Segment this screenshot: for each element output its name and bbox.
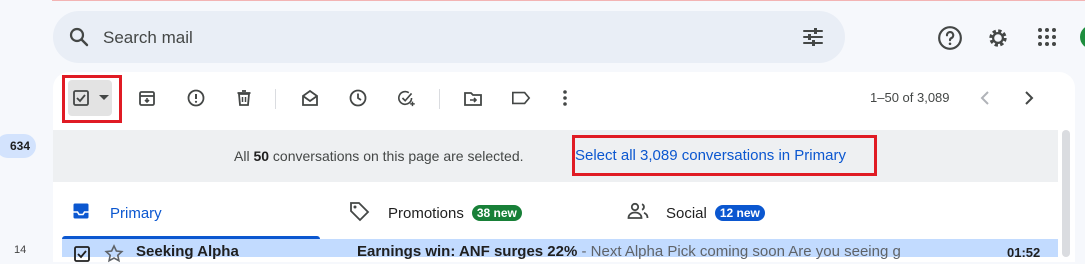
select-all-conversations-link[interactable]: Select all 3,089 conversations in Primar… [575,147,846,164]
tab-social[interactable]: Social 12 new [627,198,765,228]
toolbar-divider [439,89,440,109]
people-icon [627,202,649,225]
snooze-clock-icon[interactable] [348,88,368,108]
tab-label: Primary [110,204,162,222]
tab-promotions[interactable]: Promotions 38 new [348,198,522,228]
settings-gear-icon[interactable] [985,25,1011,56]
tab-primary[interactable]: Primary [72,198,162,228]
email-subject-line: Earnings win: ANF surges 22% - Next Alph… [357,243,927,260]
add-to-tasks-icon[interactable] [397,88,417,108]
apps-grid-icon[interactable] [1035,25,1059,54]
inbox-count-badge[interactable]: 634 [0,134,36,158]
report-spam-icon[interactable] [186,88,206,108]
chevron-left-icon[interactable] [975,88,995,108]
tab-label: Social [666,204,707,222]
scrollbar[interactable] [1062,130,1070,257]
top-border [0,0,1085,1]
sidebar [0,0,52,257]
row-checkbox-checked-icon[interactable] [72,244,92,264]
new-count-badge: 38 new [471,205,522,221]
selection-message: All 50 conversations on this page are se… [234,148,524,164]
archive-icon[interactable] [137,88,157,108]
toolbar-divider [275,89,276,109]
mark-as-read-icon[interactable] [300,88,320,108]
checkbox-checked-icon[interactable] [71,88,91,108]
search-icon[interactable] [67,25,91,54]
tag-icon [348,200,370,227]
email-snippet: - Next Alpha Pick coming soon Are you se… [577,243,901,260]
email-subject: Earnings win: ANF surges 22% [357,243,578,260]
email-sender: Seeking Alpha [136,243,239,260]
chevron-right-icon[interactable] [1019,88,1039,108]
label-tag-icon[interactable] [511,88,531,108]
move-to-folder-icon[interactable] [463,88,483,108]
selected-count: 50 [253,148,270,164]
email-time: 01:52 [1007,245,1041,260]
delete-trash-icon[interactable] [234,88,254,108]
help-icon[interactable] [937,25,963,56]
new-count-badge: 12 new [714,205,765,221]
sidebar-count: 14 [14,244,27,256]
search-options-icon[interactable] [801,25,825,54]
pagination-label: 1–50 of 3,089 [870,90,950,105]
star-icon[interactable] [104,244,124,264]
search-bar [53,11,845,63]
search-input[interactable] [101,25,785,51]
chevron-down-icon[interactable] [94,88,114,108]
selection-banner [53,130,1058,182]
more-options-icon[interactable] [555,88,575,108]
inbox-icon [72,202,90,225]
account-avatar[interactable] [1080,25,1085,49]
tab-label: Promotions [388,204,464,222]
